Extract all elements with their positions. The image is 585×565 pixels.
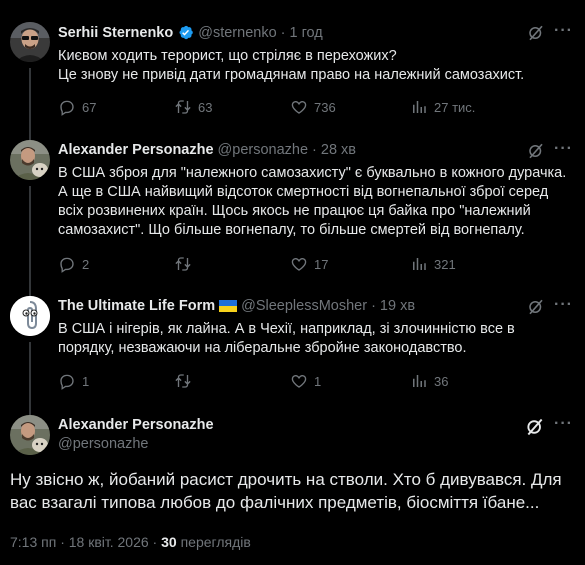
tweet-header: The Ultimate Life Form @SleeplessMosher …	[58, 298, 415, 314]
grok-icon[interactable]	[527, 24, 545, 42]
tweet-text-line: Це знову не привід дати громадянам право…	[58, 67, 525, 83]
tweet-text: Києвом ходить терорист, що стріляє в пер…	[58, 47, 573, 85]
more-icon[interactable]: ···	[554, 140, 573, 158]
separator-dot: ·	[312, 142, 317, 158]
avatar[interactable]	[10, 22, 50, 62]
views-button[interactable]: 36	[410, 372, 448, 390]
tweet-actions: 1 1 36	[58, 372, 563, 392]
repost-count: 63	[198, 99, 213, 115]
repost-icon	[174, 255, 192, 273]
tweet-meta: 7:13 пп · 18 квіт. 2026 · 30 переглядів	[10, 534, 251, 550]
tweet-text-line: вас взагалі типова любов до фалічних пре…	[10, 493, 540, 512]
tweet-text-line: самозахист". Що більше вогнепалу, то біл…	[58, 222, 525, 238]
author-handle[interactable]: @sternenko	[198, 25, 276, 41]
tweet-time[interactable]: 1 год	[289, 25, 322, 41]
repost-button[interactable]	[174, 255, 198, 273]
tweet-text-line: всіх розвинених країн. Щось якось не пра…	[58, 203, 531, 219]
author-handle[interactable]: @personazhe	[218, 142, 309, 158]
like-button[interactable]: 1	[290, 372, 321, 390]
views-count: 30	[161, 534, 177, 550]
tweet-time[interactable]: 19 хв	[380, 298, 415, 314]
tweet-timestamp[interactable]: 7:13 пп · 18 квіт. 2026 ·	[10, 534, 161, 550]
focused-tweet: Alexander Personazhe @personazhe ··· Ну …	[0, 405, 585, 565]
ukraine-flag-icon	[219, 300, 238, 312]
repost-icon	[174, 372, 192, 390]
tweet-text-line: В США зброя для "належного самозахисту" …	[58, 165, 567, 181]
tweet-time[interactable]: 28 хв	[321, 142, 356, 158]
like-count: 17	[314, 256, 329, 272]
tweet-text: Ну звісно ж, йобаний расист дрочить на с…	[10, 468, 575, 514]
tweet-text: В США зброя для "належного самозахисту" …	[58, 164, 573, 240]
more-icon[interactable]: ···	[554, 296, 573, 314]
views-icon	[410, 372, 428, 390]
author-name[interactable]: Alexander Personazhe	[58, 417, 214, 433]
more-icon[interactable]: ···	[554, 22, 573, 40]
reply-count: 67	[82, 99, 97, 115]
tweet-text: В США і нігерів, як лайна. А в Чехії, на…	[58, 320, 573, 358]
tweet-actions: 67 63 736 27 тис.	[58, 98, 563, 118]
tweet-text-line: А ще в США найвищий відсоток смертності …	[58, 184, 549, 200]
grok-icon[interactable]	[527, 298, 545, 316]
views-label: переглядів	[176, 534, 251, 550]
views-icon	[410, 98, 428, 116]
repost-button[interactable]	[174, 372, 198, 390]
grok-icon[interactable]	[527, 142, 545, 160]
author-name[interactable]: Alexander Personazhe	[58, 142, 214, 158]
avatar[interactable]	[10, 415, 50, 455]
tweet-3[interactable]: The Ultimate Life Form @SleeplessMosher …	[0, 285, 585, 405]
verified-badge-icon	[179, 25, 194, 40]
reply-button[interactable]: 1	[58, 372, 89, 390]
thread-line	[29, 405, 31, 415]
tweet-text-line: Києвом ходить терорист, що стріляє в пер…	[58, 48, 397, 64]
reply-count: 1	[82, 373, 90, 389]
author-name[interactable]: The Ultimate Life Form	[58, 298, 215, 314]
thread-line	[29, 68, 31, 130]
views-count: 27 тис.	[434, 99, 476, 115]
like-count: 736	[314, 99, 336, 115]
reply-icon	[58, 372, 76, 390]
reply-count: 2	[82, 256, 90, 272]
like-count: 1	[314, 373, 322, 389]
like-icon	[290, 372, 308, 390]
like-button[interactable]: 736	[290, 98, 336, 116]
views-button[interactable]: 27 тис.	[410, 98, 475, 116]
like-icon	[290, 255, 308, 273]
thread-line	[29, 186, 31, 285]
more-icon[interactable]: ···	[554, 415, 573, 433]
avatar[interactable]	[10, 140, 50, 180]
reply-button[interactable]: 67	[58, 98, 96, 116]
tweet-1[interactable]: Serhii Sternenko @sternenko · 1 год ··· …	[0, 0, 585, 130]
tweet-text-line: порядку, незважаючи на ліберальне збройн…	[58, 340, 467, 356]
reply-icon	[58, 255, 76, 273]
separator-dot: ·	[280, 24, 286, 41]
reply-button[interactable]: 2	[58, 255, 89, 273]
repost-button[interactable]: 63	[174, 98, 212, 116]
tweet-header: Serhii Sternenko @sternenko · 1 год	[58, 24, 323, 41]
views-count: 36	[434, 373, 449, 389]
author-handle[interactable]: @personazhe	[58, 436, 149, 452]
thread-line	[29, 130, 31, 140]
views-icon	[410, 255, 428, 273]
author-handle[interactable]: @SleeplessMosher	[241, 298, 367, 314]
tweet-text-line: Ну звісно ж, йобаний расист дрочить на с…	[10, 470, 562, 489]
author-name[interactable]: Serhii Sternenko	[58, 25, 173, 41]
tweet-header: Alexander Personazhe @personazhe · 28 хв	[58, 142, 356, 158]
tweet-text-line: В США і нігерів, як лайна. А в Чехії, на…	[58, 321, 515, 337]
reply-icon	[58, 98, 76, 116]
thread-line	[29, 342, 31, 405]
views-button[interactable]: 321	[410, 255, 456, 273]
tweet-actions: 2 17 321	[58, 255, 563, 275]
like-button[interactable]: 17	[290, 255, 328, 273]
thread-line	[29, 285, 31, 296]
like-icon	[290, 98, 308, 116]
tweet-2[interactable]: Alexander Personazhe @personazhe · 28 хв…	[0, 130, 585, 285]
separator-dot: ·	[371, 298, 376, 314]
avatar[interactable]	[10, 296, 50, 336]
repost-icon	[174, 98, 192, 116]
views-count: 321	[434, 256, 456, 272]
grok-icon[interactable]	[525, 417, 545, 437]
